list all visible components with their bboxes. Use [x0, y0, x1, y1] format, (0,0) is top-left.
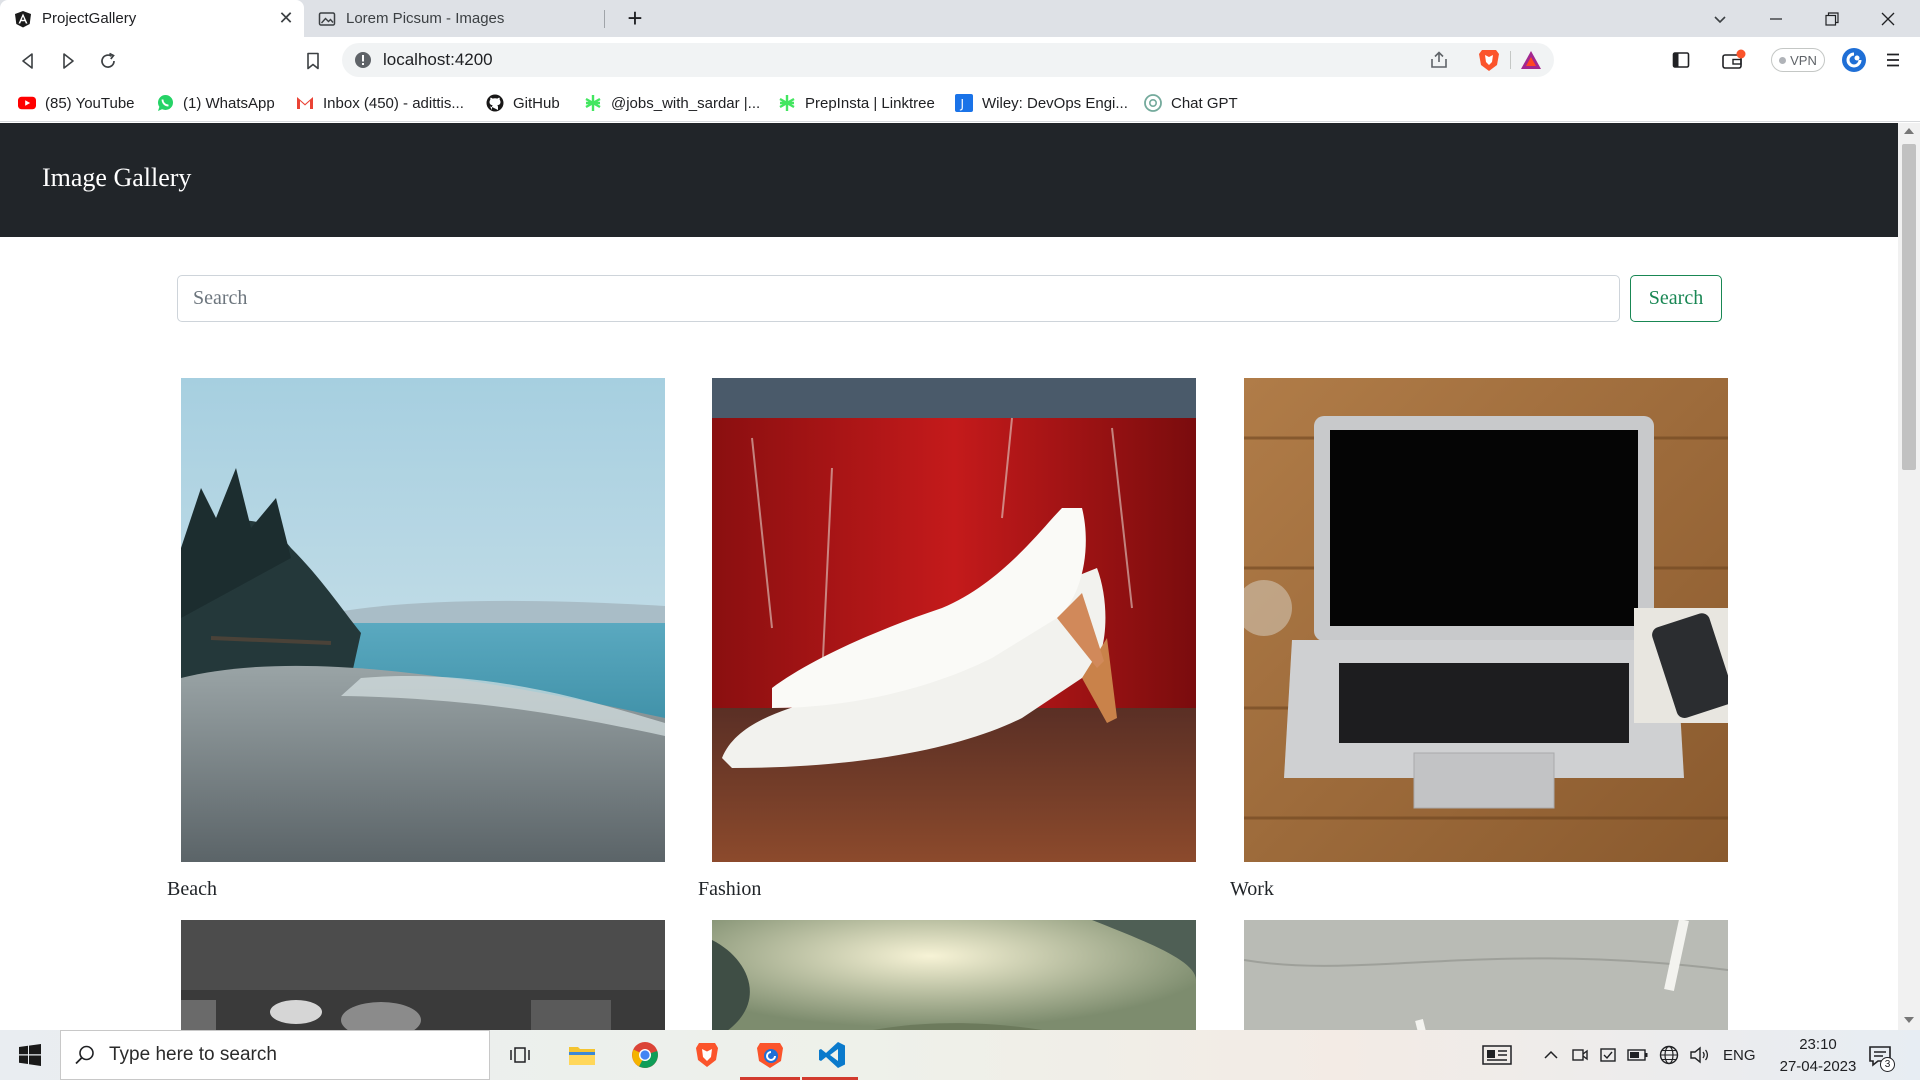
volume-icon[interactable] — [1689, 1046, 1709, 1064]
vscode-icon[interactable] — [814, 1037, 850, 1073]
reload-icon[interactable] — [92, 45, 124, 77]
restore-icon[interactable] — [1804, 0, 1860, 37]
bookmarks-bar: (85) YouTube (1) WhatsApp Inbox (450) - … — [0, 84, 1920, 122]
close-tab-icon[interactable]: ✕ — [276, 8, 296, 28]
tab-title: ProjectGallery — [42, 10, 137, 27]
tab-search-icon[interactable] — [1692, 0, 1748, 37]
bookmark-label: Inbox (450) - adittis... — [323, 94, 464, 112]
search-button[interactable]: Search — [1630, 275, 1722, 322]
svg-text:J: J — [960, 97, 965, 111]
sidebar-toggle-icon[interactable] — [1671, 50, 1691, 70]
bookmark-chatgpt[interactable]: Chat GPT — [1144, 93, 1238, 113]
clock-time[interactable]: 23:10 — [1788, 1036, 1848, 1053]
bookmark-label: @jobs_with_sardar |... — [611, 94, 761, 112]
card-caption: Work — [1230, 878, 1274, 900]
brave-rewards-icon[interactable] — [1520, 50, 1542, 70]
windows-start-icon[interactable] — [12, 1037, 48, 1073]
search-icon — [74, 1044, 96, 1066]
tray-app-icon[interactable] — [1599, 1046, 1617, 1064]
page-scrollbar[interactable] — [1898, 123, 1920, 1030]
address-bar[interactable] — [342, 43, 1554, 77]
task-view-icon[interactable] — [502, 1037, 538, 1073]
tab-title: Lorem Picsum - Images — [346, 10, 505, 27]
profile-avatar-icon[interactable] — [1841, 47, 1867, 73]
brave-browser-icon[interactable] — [689, 1037, 725, 1073]
gallery-image[interactable] — [181, 920, 665, 1030]
gallery-card[interactable] — [167, 920, 667, 1030]
browser-menu-icon[interactable] — [1883, 50, 1903, 70]
notification-count-badge: 3 — [1880, 1057, 1895, 1072]
image-icon — [318, 10, 336, 28]
gallery-card[interactable] — [1230, 920, 1730, 1030]
gallery-image[interactable] — [181, 378, 665, 862]
chrome-icon[interactable] — [627, 1037, 663, 1073]
gallery-image[interactable] — [1244, 920, 1728, 1030]
wiley-icon: J — [955, 94, 973, 112]
scroll-up-arrow[interactable] — [1904, 128, 1914, 134]
new-tab-button[interactable]: + — [620, 4, 650, 34]
card-caption: Fashion — [698, 878, 762, 900]
top-navbar: Image Gallery — [0, 123, 1898, 237]
close-window-icon[interactable] — [1860, 0, 1916, 37]
bookmark-page-icon[interactable] — [297, 45, 329, 77]
url-text[interactable]: localhost:4200 — [383, 49, 493, 71]
youtube-icon — [18, 94, 36, 112]
page-viewport: Image Gallery Search Beach — [0, 123, 1898, 1030]
bookmark-youtube[interactable]: (85) YouTube — [18, 93, 135, 113]
vpn-label: VPN — [1790, 52, 1817, 68]
bookmark-label: Chat GPT — [1171, 94, 1238, 112]
taskbar-search-placeholder: Type here to search — [109, 1044, 277, 1065]
vpn-button[interactable]: VPN — [1771, 48, 1825, 72]
wallet-icon[interactable] — [1721, 49, 1747, 71]
bookmark-jobs-with-sardar[interactable]: @jobs_with_sardar |... — [584, 93, 760, 113]
gmail-icon — [296, 94, 314, 112]
linktree-icon — [584, 94, 602, 112]
bookmark-label: PrepInsta | Linktree — [805, 94, 935, 112]
toolbar-divider — [1510, 51, 1511, 69]
gallery-image[interactable] — [1244, 378, 1728, 862]
bookmark-whatsapp[interactable]: (1) WhatsApp — [156, 93, 275, 113]
linktree-icon — [778, 94, 796, 112]
gallery-image[interactable] — [712, 378, 1196, 862]
gallery-card[interactable] — [698, 920, 1198, 1030]
scroll-down-arrow[interactable] — [1904, 1017, 1914, 1023]
network-icon[interactable] — [1659, 1045, 1679, 1065]
bookmark-gmail[interactable]: Inbox (450) - adittis... — [296, 93, 464, 113]
bookmark-prepinsta[interactable]: PrepInsta | Linktree — [778, 93, 935, 113]
gallery-image[interactable] — [712, 920, 1196, 1030]
share-icon[interactable] — [1429, 50, 1449, 70]
bookmark-github[interactable]: GitHub — [486, 93, 560, 113]
language-indicator[interactable]: ENG — [1723, 1047, 1756, 1064]
browser-tab-strip: ProjectGallery ✕ Lorem Picsum - Images + — [0, 0, 1920, 37]
brand-title[interactable]: Image Gallery — [42, 163, 191, 193]
whatsapp-icon — [156, 94, 174, 112]
github-icon — [486, 94, 504, 112]
chatgpt-icon — [1144, 94, 1162, 112]
meet-now-icon[interactable] — [1571, 1046, 1589, 1064]
brave-active-window-icon[interactable] — [752, 1037, 788, 1073]
brave-shields-icon[interactable] — [1478, 48, 1500, 72]
scroll-thumb[interactable] — [1902, 144, 1916, 470]
bookmark-label: (85) YouTube — [45, 94, 135, 112]
bookmark-label: (1) WhatsApp — [183, 94, 275, 112]
angular-icon — [14, 10, 32, 28]
file-explorer-icon[interactable] — [564, 1037, 600, 1073]
show-hidden-icons-icon[interactable] — [1542, 1046, 1560, 1064]
minimize-icon[interactable] — [1748, 0, 1804, 37]
battery-icon[interactable] — [1627, 1047, 1649, 1063]
back-icon[interactable] — [12, 45, 44, 77]
forward-icon[interactable] — [52, 45, 84, 77]
bookmark-wiley[interactable]: J Wiley: DevOps Engi... — [955, 93, 1128, 113]
search-input[interactable] — [177, 275, 1620, 322]
news-widget-icon[interactable] — [1482, 1044, 1512, 1066]
bookmark-label: GitHub — [513, 94, 560, 112]
clock-date[interactable]: 27-04-2023 — [1768, 1058, 1868, 1075]
tab-separator — [604, 10, 605, 28]
vpn-status-dot — [1779, 56, 1787, 64]
tab-lorem-picsum[interactable]: Lorem Picsum - Images — [304, 0, 604, 37]
card-caption: Beach — [167, 878, 217, 900]
tab-projectgallery[interactable]: ProjectGallery ✕ — [0, 0, 304, 37]
site-info-icon[interactable] — [354, 51, 372, 69]
bookmark-label: Wiley: DevOps Engi... — [982, 94, 1128, 112]
